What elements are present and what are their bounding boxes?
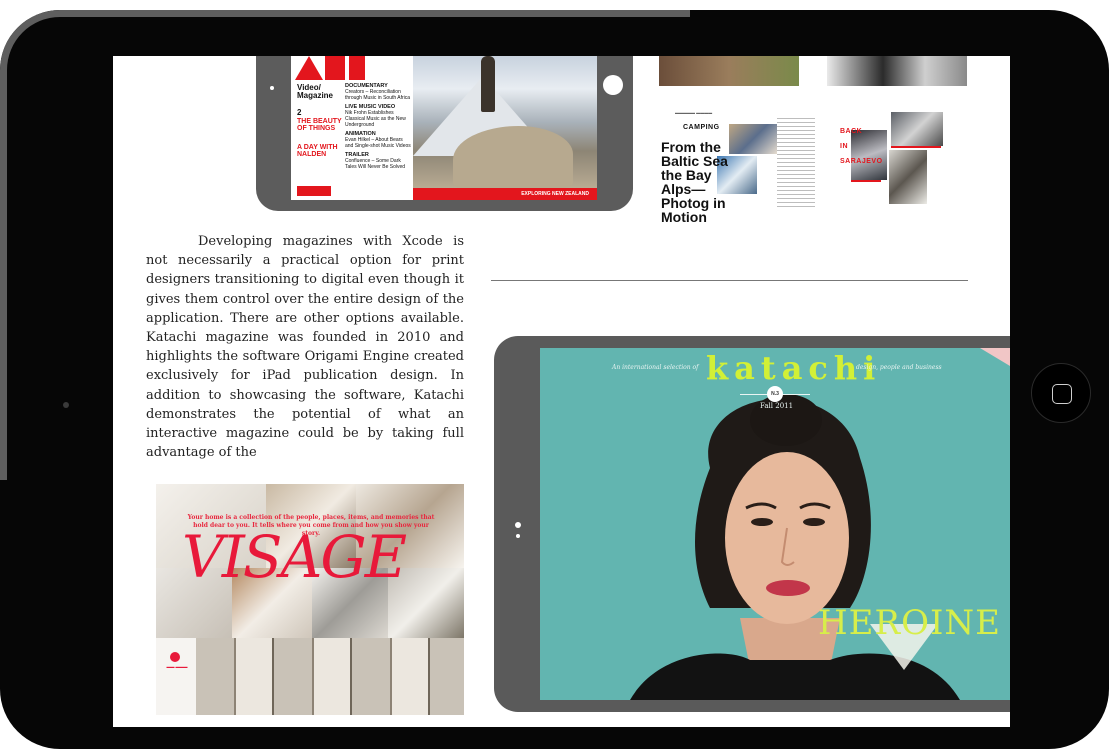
sarajevo-spread: BACK IN SARAJEVO <box>831 112 943 208</box>
section-divider <box>491 280 968 281</box>
katachi-cover: An international selection of katachi de… <box>540 348 1010 700</box>
ant-cover-photo <box>413 56 597 188</box>
ant-section-desc: Confluence – Some Dark Tales Will Never … <box>345 158 406 170</box>
ant-badge <box>297 186 331 196</box>
tablet-camera-dot <box>270 86 274 90</box>
sarajevo-photo <box>891 112 943 146</box>
ant-section-desc: Nik Frohn Establishes Classical Music as… <box>345 110 406 128</box>
home-square-icon <box>1052 384 1072 404</box>
visage-tagline: Your home is a collection of the people,… <box>187 514 435 537</box>
visage-photo-grid <box>196 638 464 715</box>
ant-magazine-cover: Video/ Magazine 2 THE BEAUTY OF THINGS A… <box>291 56 597 200</box>
ant-section-desc: Creators – Reconciliation through Music … <box>345 89 411 101</box>
ant-magazine-title: Video/ Magazine <box>297 83 334 100</box>
camping-section-title: CAMPING <box>683 124 720 131</box>
sarajevo-title: BACK IN SARAJEVO <box>840 128 883 165</box>
ant-logo-triangle <box>295 56 323 80</box>
ant-cover-left-column: Video/ Magazine 2 THE BEAUTY OF THINGS A… <box>293 56 365 200</box>
front-camera-icon <box>63 402 69 408</box>
camping-body-text <box>777 118 815 208</box>
camping-small-text: ▬▬▬▬▬ ▬▬▬▬ <box>675 110 713 115</box>
visage-logo-icon <box>170 652 180 662</box>
katachi-intro: An international selection of <box>612 364 699 371</box>
article-paragraph: Developing magazines with Xcode is not n… <box>146 234 464 461</box>
ant-cover-footer: EXPLORING NEW ZEALAND <box>413 188 597 200</box>
standing-person-shape <box>481 56 495 112</box>
visage-spread: VISAGE Your home is a collection of the … <box>156 484 464 715</box>
sarajevo-rule <box>851 180 881 182</box>
ant-contents-list: DOCUMENTARY Creators – Reconciliation th… <box>345 80 411 200</box>
tablet-home-button-icon <box>603 75 623 95</box>
katachi-season: Fall 2011 <box>760 402 794 410</box>
spread-thumbnail <box>659 56 799 86</box>
ant-logo-letter <box>325 56 345 80</box>
katachi-tablet: An international selection of katachi de… <box>494 336 1010 712</box>
katachi-issue-badge: N.3 <box>767 386 783 402</box>
ant-section-desc: Evan Hilkel – About Bears and Single-sho… <box>345 137 411 149</box>
camping-headline: From the Baltic Sea the Bay Alps— Photog… <box>661 139 728 225</box>
ant-headline: A DAY WITH NALDEN <box>297 144 338 158</box>
home-button[interactable] <box>1031 363 1091 423</box>
tablet-sensor-dot <box>516 534 520 538</box>
ant-magazine-tablet: Video/ Magazine 2 THE BEAUTY OF THINGS A… <box>256 56 633 211</box>
ant-headline: THE BEAUTY OF THINGS <box>297 118 342 132</box>
ant-logo-letter <box>349 56 365 80</box>
spread-thumbnail <box>827 56 967 86</box>
tablet-camera-dot <box>515 522 521 528</box>
tablet-device-frame: Video/ Magazine 2 THE BEAUTY OF THINGS A… <box>0 10 1109 749</box>
katachi-feature-title: HEROINE <box>818 603 1001 643</box>
boulder-shape <box>453 126 573 188</box>
visage-logo-text: ▬▬ ▬▬▬ <box>166 664 188 669</box>
device-screen[interactable]: Video/ Magazine 2 THE BEAUTY OF THINGS A… <box>113 56 1010 727</box>
visage-logo-panel <box>156 638 196 715</box>
ant-issue-number: 2 <box>297 108 302 117</box>
camping-spread: ▬▬▬▬▬ ▬▬▬▬ CAMPING From the Baltic Sea t… <box>659 106 816 224</box>
katachi-outro: design, people and business <box>856 364 942 371</box>
katachi-page-curl <box>980 348 1010 366</box>
sarajevo-photo <box>889 150 927 204</box>
sarajevo-rule <box>891 146 941 148</box>
